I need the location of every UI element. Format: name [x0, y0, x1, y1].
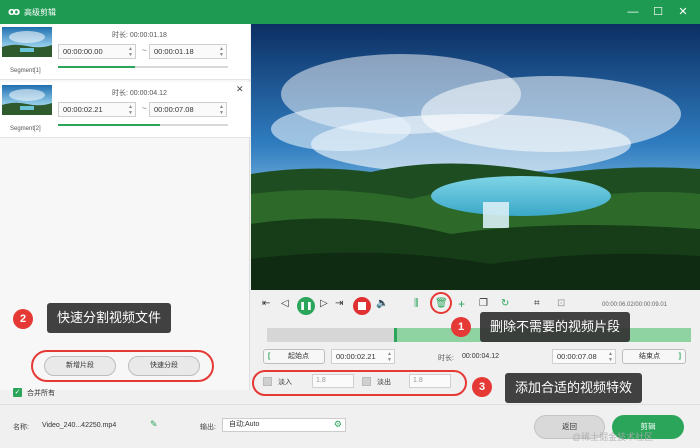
segment-end-value: 00:00:07.08	[154, 105, 194, 114]
annotation-badge-3: 3	[472, 377, 492, 397]
start-point-label: 起始点	[288, 353, 309, 360]
stepper-icon[interactable]: ▲ ▼	[219, 104, 224, 116]
segment-start-field[interactable]: 00:00:02.21 ▲ ▼	[58, 102, 136, 117]
snapshot-icon[interactable]: ⊡	[557, 298, 565, 309]
stepper-icon[interactable]: ▲ ▼	[608, 351, 613, 363]
start-time-field[interactable]: 00:00:02.21 ▲ ▼	[331, 349, 395, 364]
mark-in-icon[interactable]: ⇤	[262, 298, 270, 309]
stepper-icon[interactable]: ▲ ▼	[387, 351, 392, 363]
annotation-callout-3: 添加合适的视频特效	[505, 373, 643, 403]
stop-button[interactable]	[353, 297, 371, 315]
minimize-icon[interactable]: —	[623, 3, 643, 21]
segment-duration: 时长: 00:00:01.18	[112, 32, 167, 39]
next-frame-icon[interactable]: ▷	[320, 298, 328, 309]
output-value: 自动;Auto	[229, 421, 260, 428]
segment-end-field[interactable]: 00:00:01.18 ▲ ▼	[149, 44, 227, 59]
range-separator: ~	[142, 104, 147, 113]
watermark: @稀土掘金技术社区	[572, 432, 654, 442]
merge-all-checkbox[interactable]: ✓	[13, 388, 22, 397]
output-select[interactable]: 自动;Auto ⚙	[222, 418, 346, 432]
segment-label: Segment[2]	[10, 126, 41, 132]
remove-segment-icon[interactable]: ✕	[236, 84, 244, 95]
add-icon[interactable]: +	[458, 297, 465, 311]
range-separator: ~	[142, 46, 147, 55]
segment-start-field[interactable]: 00:00:00.00 ▲ ▼	[58, 44, 136, 59]
video-preview[interactable]	[251, 24, 700, 290]
segment-panel: Segment[1] 时长: 00:00:01.18 00:00:00.00 ▲…	[0, 24, 250, 390]
set-start-button[interactable]: [ 起始点	[263, 349, 325, 364]
fade-highlight-ring	[252, 370, 467, 396]
segment-start-value: 00:00:00.00	[63, 47, 103, 56]
end-point-label: 结束点	[639, 353, 660, 360]
segment-start-value: 00:00:02.21	[63, 105, 103, 114]
end-time-value: 00:00:07.08	[557, 352, 597, 361]
app-logo-icon: ꝏ	[8, 6, 21, 18]
segment-duration: 时长: 00:00:04.12	[112, 90, 167, 97]
edit-name-icon[interactable]: ✎	[150, 419, 158, 430]
mark-out-icon[interactable]: ⇥	[335, 298, 343, 309]
stepper-icon[interactable]: ▲ ▼	[128, 104, 133, 116]
close-icon[interactable]: ✕	[673, 3, 693, 21]
split-highlight-ring	[31, 350, 214, 382]
annotation-callout-2: 快速分割视频文件	[47, 303, 172, 333]
end-time-field[interactable]: 00:00:07.08 ▲ ▼	[552, 349, 616, 364]
start-time-value: 00:00:02.21	[336, 352, 376, 361]
segment-thumbnail	[2, 85, 52, 115]
previous-frame-icon[interactable]: ◁	[281, 298, 289, 309]
duration-value: 00:00:04.12	[462, 353, 499, 360]
segment-end-value: 00:00:01.18	[154, 47, 194, 56]
segment-label: Segment[1]	[10, 68, 41, 74]
maximize-icon[interactable]: ☐	[648, 3, 668, 21]
file-name-label: 名称:	[13, 424, 29, 431]
file-name-value: Video_240...42250.mp4	[42, 422, 117, 429]
bracket-right-icon: ]	[678, 353, 681, 360]
segment-end-field[interactable]: 00:00:07.08 ▲ ▼	[149, 102, 227, 117]
annotation-badge-1: 1	[451, 317, 471, 337]
segment-item[interactable]: ✕ Segment[2] 时长: 00:00:04.12 00:00:02.21…	[0, 82, 250, 138]
window-title: 高级剪辑	[24, 8, 56, 17]
split-icon[interactable]: ⫼	[414, 298, 419, 309]
title-bar: ꝏ 高级剪辑 — ☐ ✕	[0, 0, 700, 24]
segment-progress-fill	[58, 66, 135, 68]
volume-icon[interactable]: 🔈	[376, 298, 388, 309]
duration-label: 时长:	[438, 355, 454, 362]
bracket-left-icon: [	[268, 353, 271, 360]
pause-button[interactable]: ❚❚	[297, 297, 315, 315]
segment-item[interactable]: Segment[1] 时长: 00:00:01.18 00:00:00.00 ▲…	[0, 24, 250, 80]
annotation-badge-2: 2	[13, 309, 33, 329]
merge-all-label: 合并所有	[27, 390, 55, 397]
time-readout: 00:00:06.02/00:00:09.01	[602, 302, 668, 308]
gear-icon[interactable]: ⚙	[334, 418, 342, 430]
stepper-icon[interactable]: ▲ ▼	[219, 46, 224, 58]
output-label: 输出:	[200, 424, 216, 431]
set-end-button[interactable]: 结束点 ]	[622, 349, 686, 364]
crop-icon[interactable]: ⌗	[534, 298, 540, 309]
stepper-icon[interactable]: ▲ ▼	[128, 46, 133, 58]
annotation-callout-1: 删除不需要的视频片段	[480, 312, 631, 342]
reset-icon[interactable]: ↻	[501, 298, 509, 309]
delete-highlight-ring	[430, 292, 452, 314]
segment-progress-fill	[58, 124, 160, 126]
segment-thumbnail	[2, 27, 52, 57]
copy-icon[interactable]: ❐	[479, 298, 488, 309]
